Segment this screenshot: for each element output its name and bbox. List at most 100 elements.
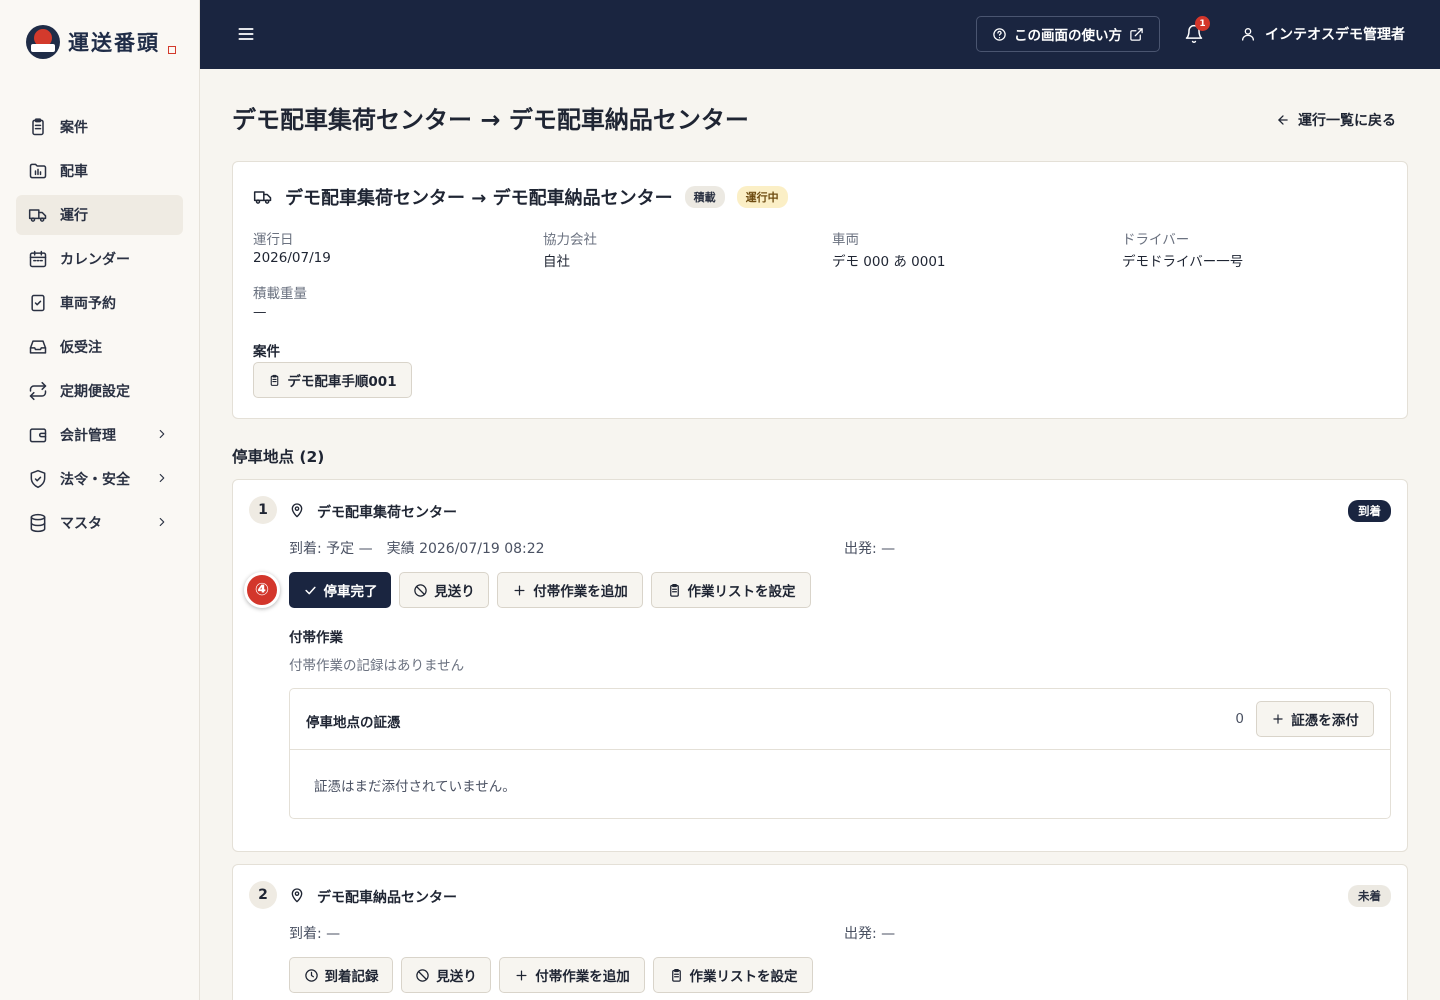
driver-label: ドライバー [1122, 232, 1190, 248]
weight-label: 積載重量 [253, 286, 307, 302]
sidebar-item-label: マスタ [60, 516, 102, 532]
attach-evidence-button[interactable]: 証憑を添付 [1256, 701, 1374, 737]
clipboard-list-icon [671, 968, 681, 982]
help-button-label: この画面の使い方 [1014, 28, 1122, 44]
plus-icon [1273, 714, 1283, 724]
departure-info: 出発: — [844, 926, 896, 942]
skip-button[interactable]: 見送り [399, 572, 489, 608]
back-to-list-link[interactable]: 運行一覧に戻る [1276, 110, 1396, 130]
skip-label: 見送り [436, 969, 477, 985]
user-menu[interactable]: インテオスデモ管理者 [1240, 24, 1405, 44]
attach-evidence-label: 証憑を添付 [1291, 713, 1359, 729]
complete-stop-button[interactable]: 停車完了 [289, 572, 391, 608]
sidebar-item-anken[interactable]: 案件 [16, 107, 183, 147]
stop-number: 1 [249, 496, 277, 524]
trip-status-badge: 運行中 [736, 186, 788, 208]
evidence-header: 停車地点の証憑 0 証憑を添付 [290, 689, 1390, 750]
sidebar: 運送番頭 案件 配車 運行 カレンダー 車両予約 仮受注 定期便設定 会計管理 … [0, 0, 200, 1000]
stop-name: デモ配車集荷センター [317, 505, 457, 521]
top-header: この画面の使い方 1 インテオスデモ管理者 [200, 0, 1440, 69]
sidebar-item-vehicle-reservation[interactable]: 車両予約 [16, 283, 183, 323]
partner-value: 自社 [543, 254, 570, 270]
sidebar-item-regular-route[interactable]: 定期便設定 [16, 371, 183, 411]
user-name: インテオスデモ管理者 [1265, 27, 1405, 43]
sidebar-item-label: 会計管理 [60, 428, 116, 444]
hamburger-menu-icon[interactable] [236, 24, 256, 44]
skip-button[interactable]: 見送り [401, 957, 491, 993]
date-value: 2026/07/19 [253, 250, 331, 266]
arrival-info: 到着: — [289, 926, 341, 942]
complete-stop-label: 停車完了 [323, 584, 378, 600]
add-task-button[interactable]: 付帯作業を追加 [499, 957, 645, 993]
stop-card-2: 2 デモ配車納品センター 未着 到着: — 出発: — 到着記録 見送り 付帯作… [232, 864, 1408, 1000]
add-task-label: 付帯作業を追加 [533, 584, 628, 600]
vehicle-value: デモ 000 あ 0001 [832, 254, 946, 270]
sidebar-item-label: 案件 [60, 120, 88, 136]
wallet-icon [29, 428, 47, 443]
stop-card-1: 1 デモ配車集荷センター 到着 到着: 予定 — 実績 2026/07/19 0… [232, 479, 1408, 852]
clipboard-check-icon [31, 294, 45, 312]
help-button[interactable]: この画面の使い方 [976, 16, 1160, 52]
clipboard-icon [32, 118, 44, 136]
loading-badge: 積載 [684, 186, 725, 208]
plus-icon [516, 970, 527, 980]
evidence-title: 停車地点の証憑 [306, 715, 401, 731]
app-logo[interactable]: 運送番頭 [26, 24, 176, 60]
calendar-icon [29, 250, 47, 268]
notification-badge: 1 [1195, 16, 1210, 31]
clipboard-icon [271, 374, 279, 386]
date-label: 運行日 [253, 232, 294, 248]
driver-value: デモドライバー一号 [1122, 254, 1244, 270]
anken-chip-label: デモ配車手順001 [287, 374, 397, 390]
repeat-icon [29, 381, 47, 401]
sidebar-item-label: 仮受注 [60, 340, 102, 356]
record-arrival-button[interactable]: 到着記録 [289, 957, 393, 993]
record-arrival-label: 到着記録 [324, 969, 379, 985]
evidence-empty-message: 証憑はまだ添付されていません。 [314, 779, 516, 795]
folder-chart-icon [29, 163, 47, 179]
map-pin-icon [291, 888, 303, 903]
set-task-list-label: 作業リストを設定 [687, 584, 796, 600]
sidebar-item-provisional-order[interactable]: 仮受注 [16, 327, 183, 367]
anken-chip[interactable]: デモ配車手順001 [253, 362, 412, 398]
sidebar-item-calendar[interactable]: カレンダー [16, 239, 183, 279]
truck-icon [253, 191, 272, 204]
back-link-label: 運行一覧に戻る [1298, 113, 1396, 129]
sidebar-item-label: 定期便設定 [60, 384, 130, 400]
departure-info: 出発: — [844, 541, 896, 557]
sidebar-item-unko[interactable]: 運行 [16, 195, 183, 235]
vehicle-label: 車両 [832, 232, 859, 248]
set-task-list-label: 作業リストを設定 [689, 969, 798, 985]
help-circle-icon [993, 27, 1006, 41]
sidebar-item-label: 運行 [60, 208, 88, 224]
sidebar-item-label: 配車 [60, 164, 88, 180]
stop-status-badge: 未着 [1348, 885, 1391, 907]
sidebar-item-haisha[interactable]: 配車 [16, 151, 183, 191]
sidebar-item-label: カレンダー [60, 252, 130, 268]
ban-icon [416, 968, 429, 982]
add-task-label: 付帯作業を追加 [535, 969, 630, 985]
sidebar-item-accounting[interactable]: 会計管理 [16, 415, 183, 455]
stop-name: デモ配車納品センター [317, 890, 457, 906]
page-title: デモ配車集荷センター → デモ配車納品センター [232, 106, 749, 134]
stops-section-title: 停車地点 (2) [232, 448, 325, 466]
logo-seal-icon [168, 46, 176, 54]
map-pin-icon [291, 503, 303, 518]
shield-check-icon [30, 469, 46, 489]
weight-value: — [253, 304, 267, 320]
sidebar-item-compliance[interactable]: 法令・安全 [16, 459, 183, 499]
set-task-list-button[interactable]: 作業リストを設定 [653, 957, 813, 993]
set-task-list-button[interactable]: 作業リストを設定 [651, 572, 811, 608]
sidebar-item-master[interactable]: マスタ [16, 503, 183, 543]
user-icon [1242, 28, 1254, 41]
logo-text: 運送番頭 [68, 30, 160, 55]
step-marker: ④ [244, 572, 280, 608]
skip-label: 見送り [434, 584, 475, 600]
database-icon [30, 513, 46, 533]
inbox-icon [29, 340, 47, 354]
ban-icon [414, 583, 427, 597]
add-task-button[interactable]: 付帯作業を追加 [497, 572, 643, 608]
trip-title: デモ配車集荷センター → デモ配車納品センター [285, 188, 673, 209]
logo-mark-icon [26, 25, 60, 59]
stop-number: 2 [249, 881, 277, 909]
